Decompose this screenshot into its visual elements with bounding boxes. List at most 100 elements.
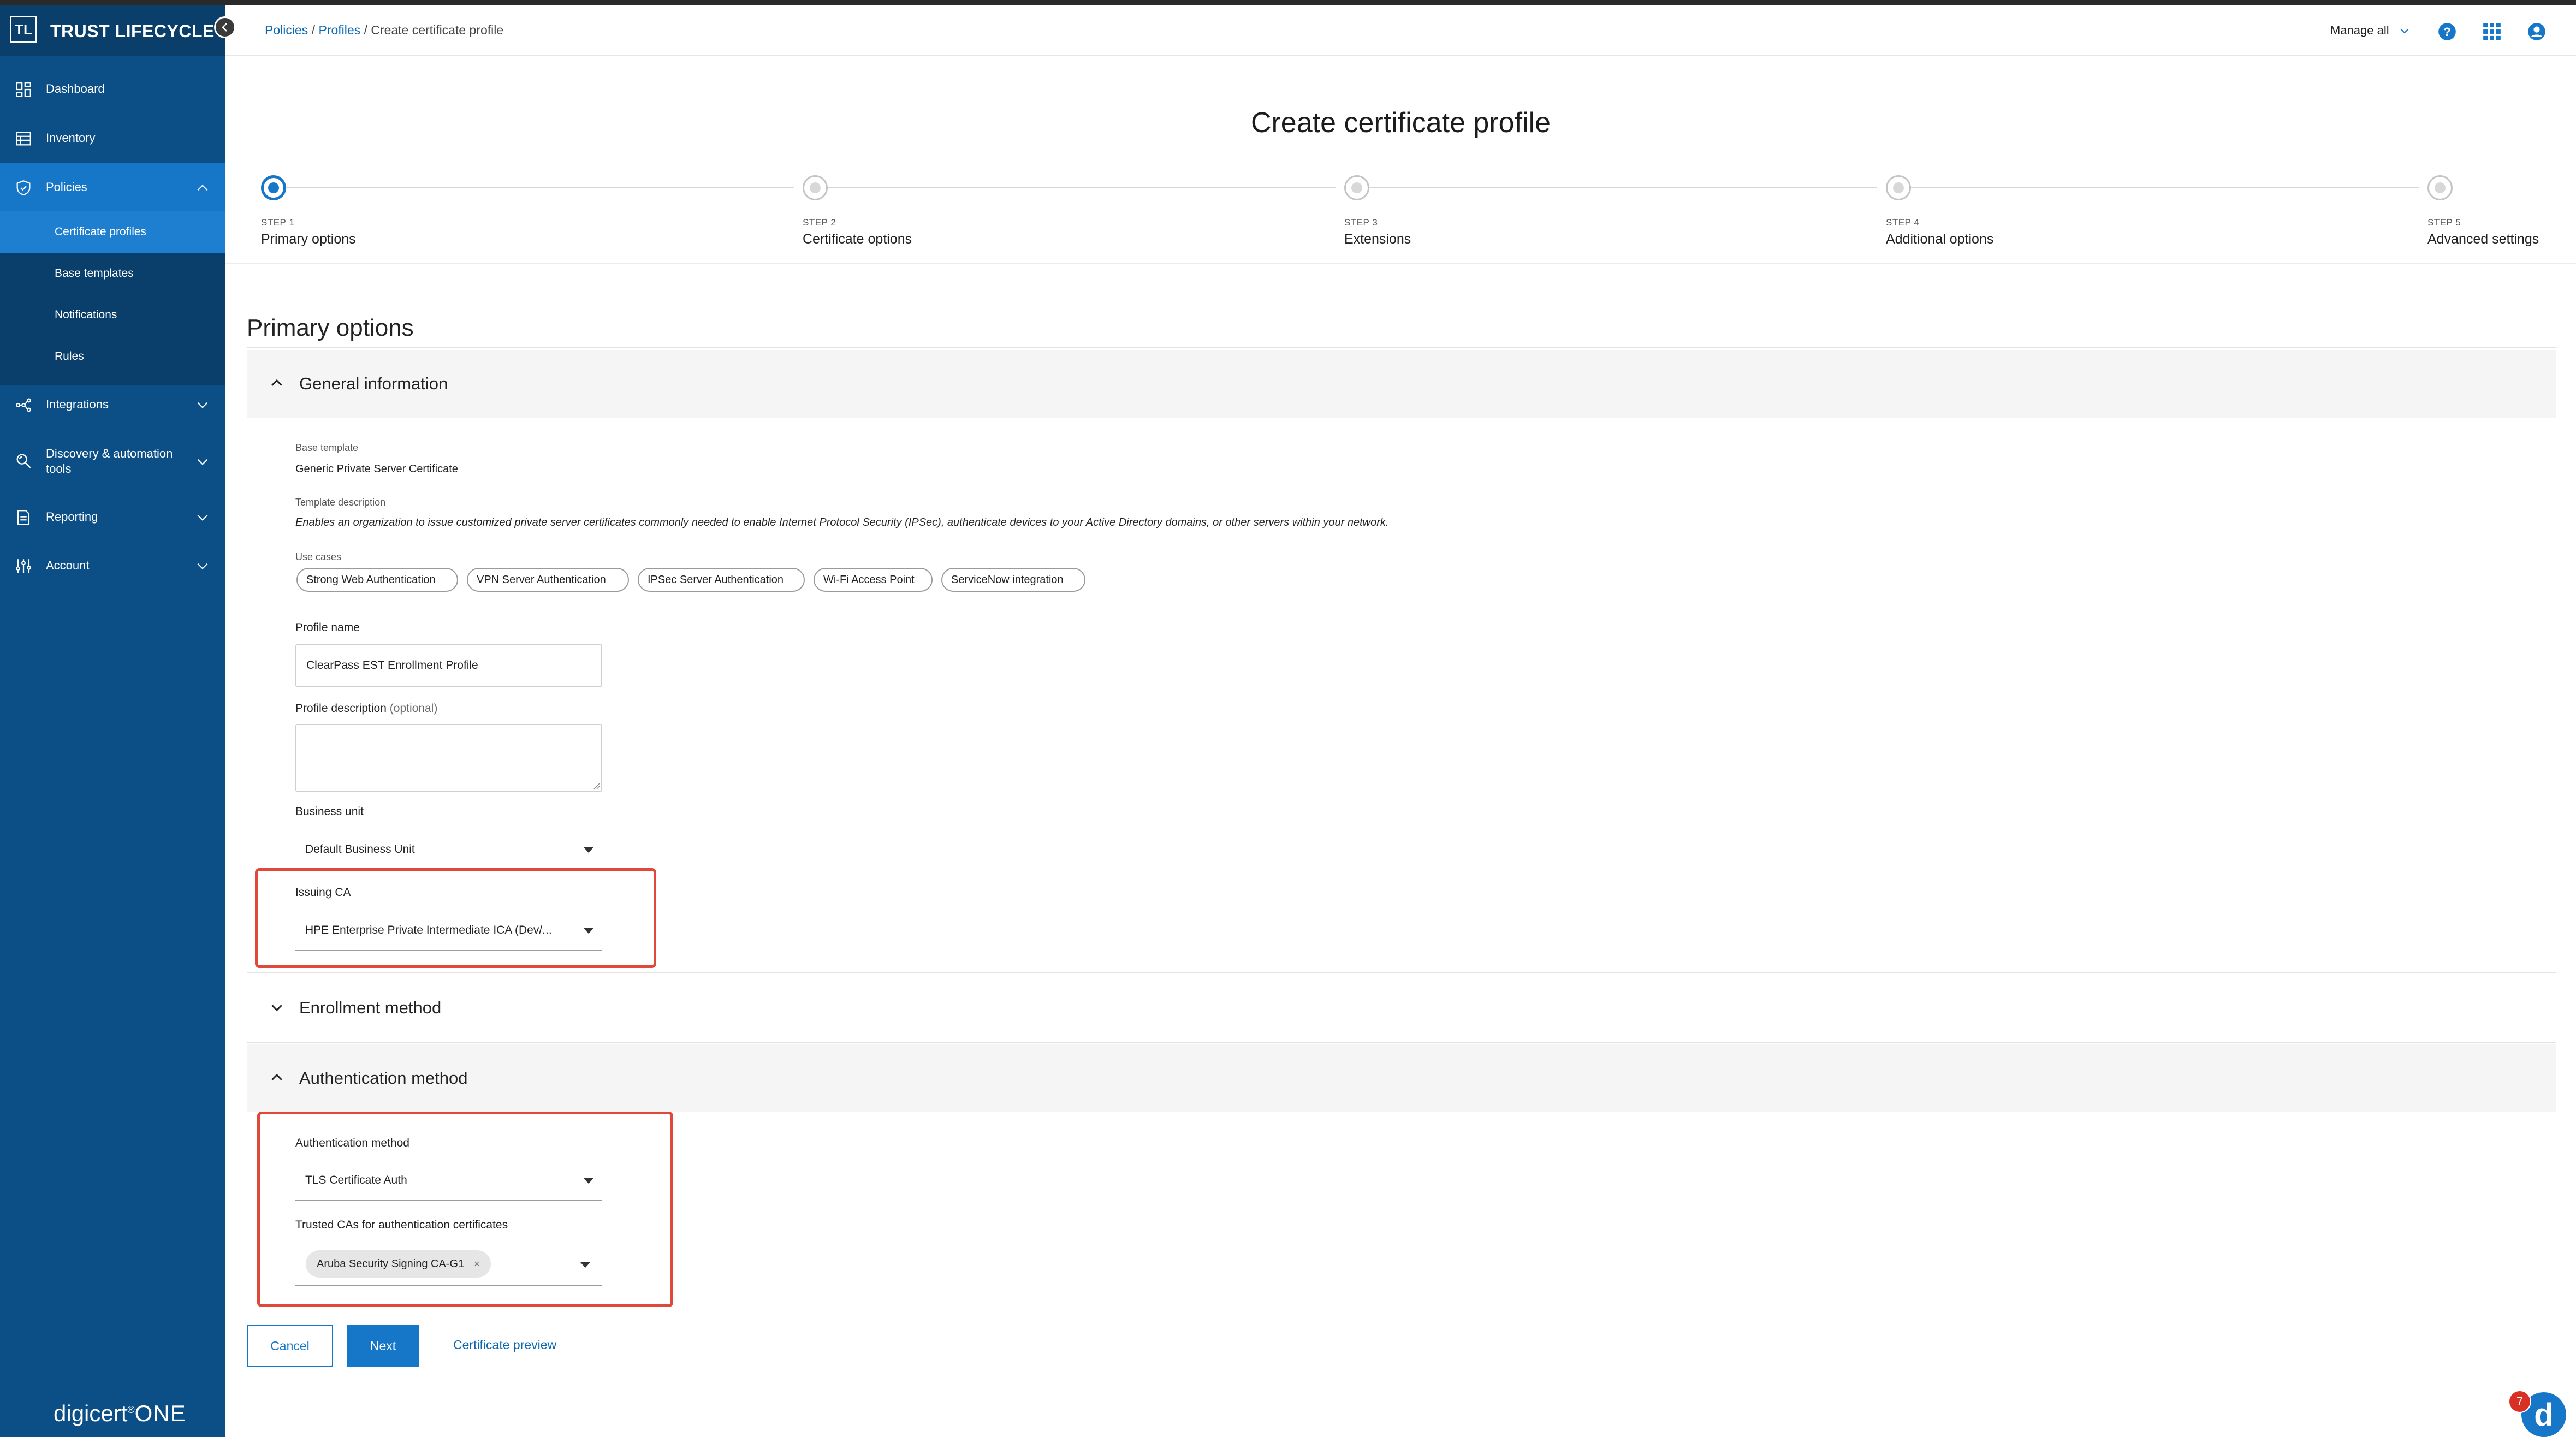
next-button[interactable]: Next <box>347 1325 419 1367</box>
top-header: Policies / Profiles / Create certificate… <box>225 5 2576 56</box>
sidebar-item-label: Dashboard <box>46 82 105 96</box>
manage-all-label: Manage all <box>2330 23 2389 37</box>
breadcrumb-profiles[interactable]: Profiles <box>318 23 360 37</box>
chevron-up-icon <box>197 185 208 191</box>
stepper-divider <box>225 263 2576 264</box>
sidebar: TL TRUST LIFECYCLE Dashboard Inventory P… <box>0 5 225 1437</box>
sidebar-item-policies[interactable]: Policies <box>0 163 225 211</box>
step-3-indicator[interactable] <box>1344 175 1369 200</box>
chevron-up-icon <box>271 1073 282 1080</box>
resize-handle-icon[interactable] <box>592 782 600 789</box>
certificate-preview-link[interactable]: Certificate preview <box>453 1338 556 1352</box>
step-1-label: Primary options <box>261 231 356 247</box>
chevron-up-icon <box>271 379 282 386</box>
apps-grid-icon[interactable] <box>2482 21 2502 42</box>
manage-all-dropdown[interactable]: Manage all <box>2330 23 2410 38</box>
chevron-down-icon <box>197 563 208 569</box>
svg-text:?: ? <box>2443 25 2451 39</box>
sidebar-item-reporting[interactable]: Reporting <box>0 493 225 541</box>
highlight-box-authentication <box>257 1112 673 1307</box>
breadcrumb-policies[interactable]: Policies <box>265 23 308 37</box>
use-case-chip: Strong Web Authentication <box>296 568 458 592</box>
page-title: Create certificate profile <box>1250 107 1551 139</box>
step-3-label: Extensions <box>1344 231 1411 247</box>
policies-submenu: Certificate profiles Base templates Noti… <box>0 211 225 385</box>
step-3-number: STEP 3 <box>1344 217 1378 228</box>
sidebar-item-label: Inventory <box>46 131 96 145</box>
sidebar-item-label: Reporting <box>46 510 98 524</box>
accordion-title: Authentication method <box>299 1068 468 1088</box>
footer-brand: digicert <box>54 1400 128 1426</box>
breadcrumb-separator: / <box>360 23 371 37</box>
use-case-chip: ServiceNow integration <box>941 568 1085 592</box>
help-icon[interactable]: ? <box>2437 21 2458 42</box>
business-unit-value: Default Business Unit <box>305 843 415 856</box>
profile-name-input[interactable]: ClearPass EST Enrollment Profile <box>295 644 602 687</box>
business-unit-select[interactable]: Default Business Unit <box>295 830 602 870</box>
step-2-indicator[interactable] <box>803 175 828 200</box>
brand-name: TRUST LIFECYCLE <box>50 21 215 41</box>
breadcrumb-current: Create certificate profile <box>371 23 504 37</box>
stepper-connector <box>1911 187 2419 188</box>
stepper-connector <box>1369 187 1877 188</box>
chevron-down-icon <box>2400 28 2409 34</box>
sidebar-item-account[interactable]: Account <box>0 542 225 590</box>
profile-description-textarea[interactable] <box>295 724 602 792</box>
window-top-strip <box>0 0 2576 5</box>
sidebar-collapse-button[interactable] <box>214 16 236 38</box>
brand-logo-icon: TL <box>10 16 37 43</box>
sidebar-subitem-certificate-profiles[interactable]: Certificate profiles <box>0 211 225 253</box>
dashboard-icon <box>16 82 31 97</box>
highlight-box-issuing-ca <box>255 868 656 968</box>
sidebar-item-inventory[interactable]: Inventory <box>0 114 225 162</box>
chevron-down-icon <box>271 1005 282 1012</box>
base-template-value: Generic Private Server Certificate <box>295 463 458 475</box>
use-case-chip: Wi-Fi Access Point <box>814 568 933 592</box>
step-1-indicator[interactable] <box>261 175 286 200</box>
enrollment-method-accordion[interactable]: Enrollment method <box>247 974 2556 1042</box>
use-cases-label: Use cases <box>295 551 342 562</box>
template-description-label: Template description <box>295 497 386 508</box>
profile-name-value: ClearPass EST Enrollment Profile <box>306 659 478 672</box>
footer-logo: digicert®ONE <box>54 1400 186 1426</box>
discovery-icon <box>16 454 31 468</box>
chevron-down-icon <box>197 402 208 408</box>
sidebar-item-dashboard[interactable]: Dashboard <box>0 65 225 113</box>
sidebar-item-integrations[interactable]: Integrations <box>0 381 225 429</box>
breadcrumb: Policies / Profiles / Create certificate… <box>265 23 503 38</box>
accordion-divider <box>247 972 2556 973</box>
integrations-icon <box>16 398 31 412</box>
section-divider <box>247 347 2556 348</box>
sidebar-item-label: Policies <box>46 180 87 194</box>
report-icon <box>17 510 30 525</box>
general-information-accordion[interactable]: General information <box>247 350 2556 418</box>
step-5-indicator[interactable] <box>2427 175 2453 200</box>
step-4-indicator[interactable] <box>1886 175 1911 200</box>
brand[interactable]: TL TRUST LIFECYCLE <box>0 5 225 56</box>
step-2-number: STEP 2 <box>803 217 836 228</box>
sidebar-item-label: Integrations <box>46 397 109 411</box>
profile-description-label: Profile description (optional) <box>295 702 437 715</box>
sidebar-item-discovery[interactable]: Discovery & automation tools <box>0 433 225 490</box>
optional-tag: (optional) <box>389 702 438 715</box>
inventory-icon <box>16 132 31 146</box>
sidebar-subitem-notifications[interactable]: Notifications <box>0 294 225 336</box>
subitem-label: Certificate profiles <box>55 225 147 238</box>
sidebar-subitem-base-templates[interactable]: Base templates <box>0 253 225 294</box>
notification-badge: 7 <box>2508 1390 2531 1413</box>
accordion-title: Enrollment method <box>299 998 442 1017</box>
step-5-number: STEP 5 <box>2427 217 2461 228</box>
step-4-label: Additional options <box>1886 231 1994 247</box>
authentication-method-accordion[interactable]: Authentication method <box>247 1044 2556 1112</box>
user-avatar-icon[interactable] <box>2526 21 2547 42</box>
subitem-label: Rules <box>55 350 84 363</box>
shield-icon <box>16 180 31 195</box>
sidebar-subitem-rules[interactable]: Rules <box>0 336 225 377</box>
footer-brand-suffix: ONE <box>134 1400 186 1426</box>
use-case-chip: IPSec Server Authentication <box>638 568 805 592</box>
step-1-number: STEP 1 <box>261 217 295 228</box>
section-title: Primary options <box>247 314 414 341</box>
chevron-left-icon <box>222 23 227 32</box>
cancel-button[interactable]: Cancel <box>247 1325 333 1367</box>
profile-name-label: Profile name <box>295 621 360 634</box>
